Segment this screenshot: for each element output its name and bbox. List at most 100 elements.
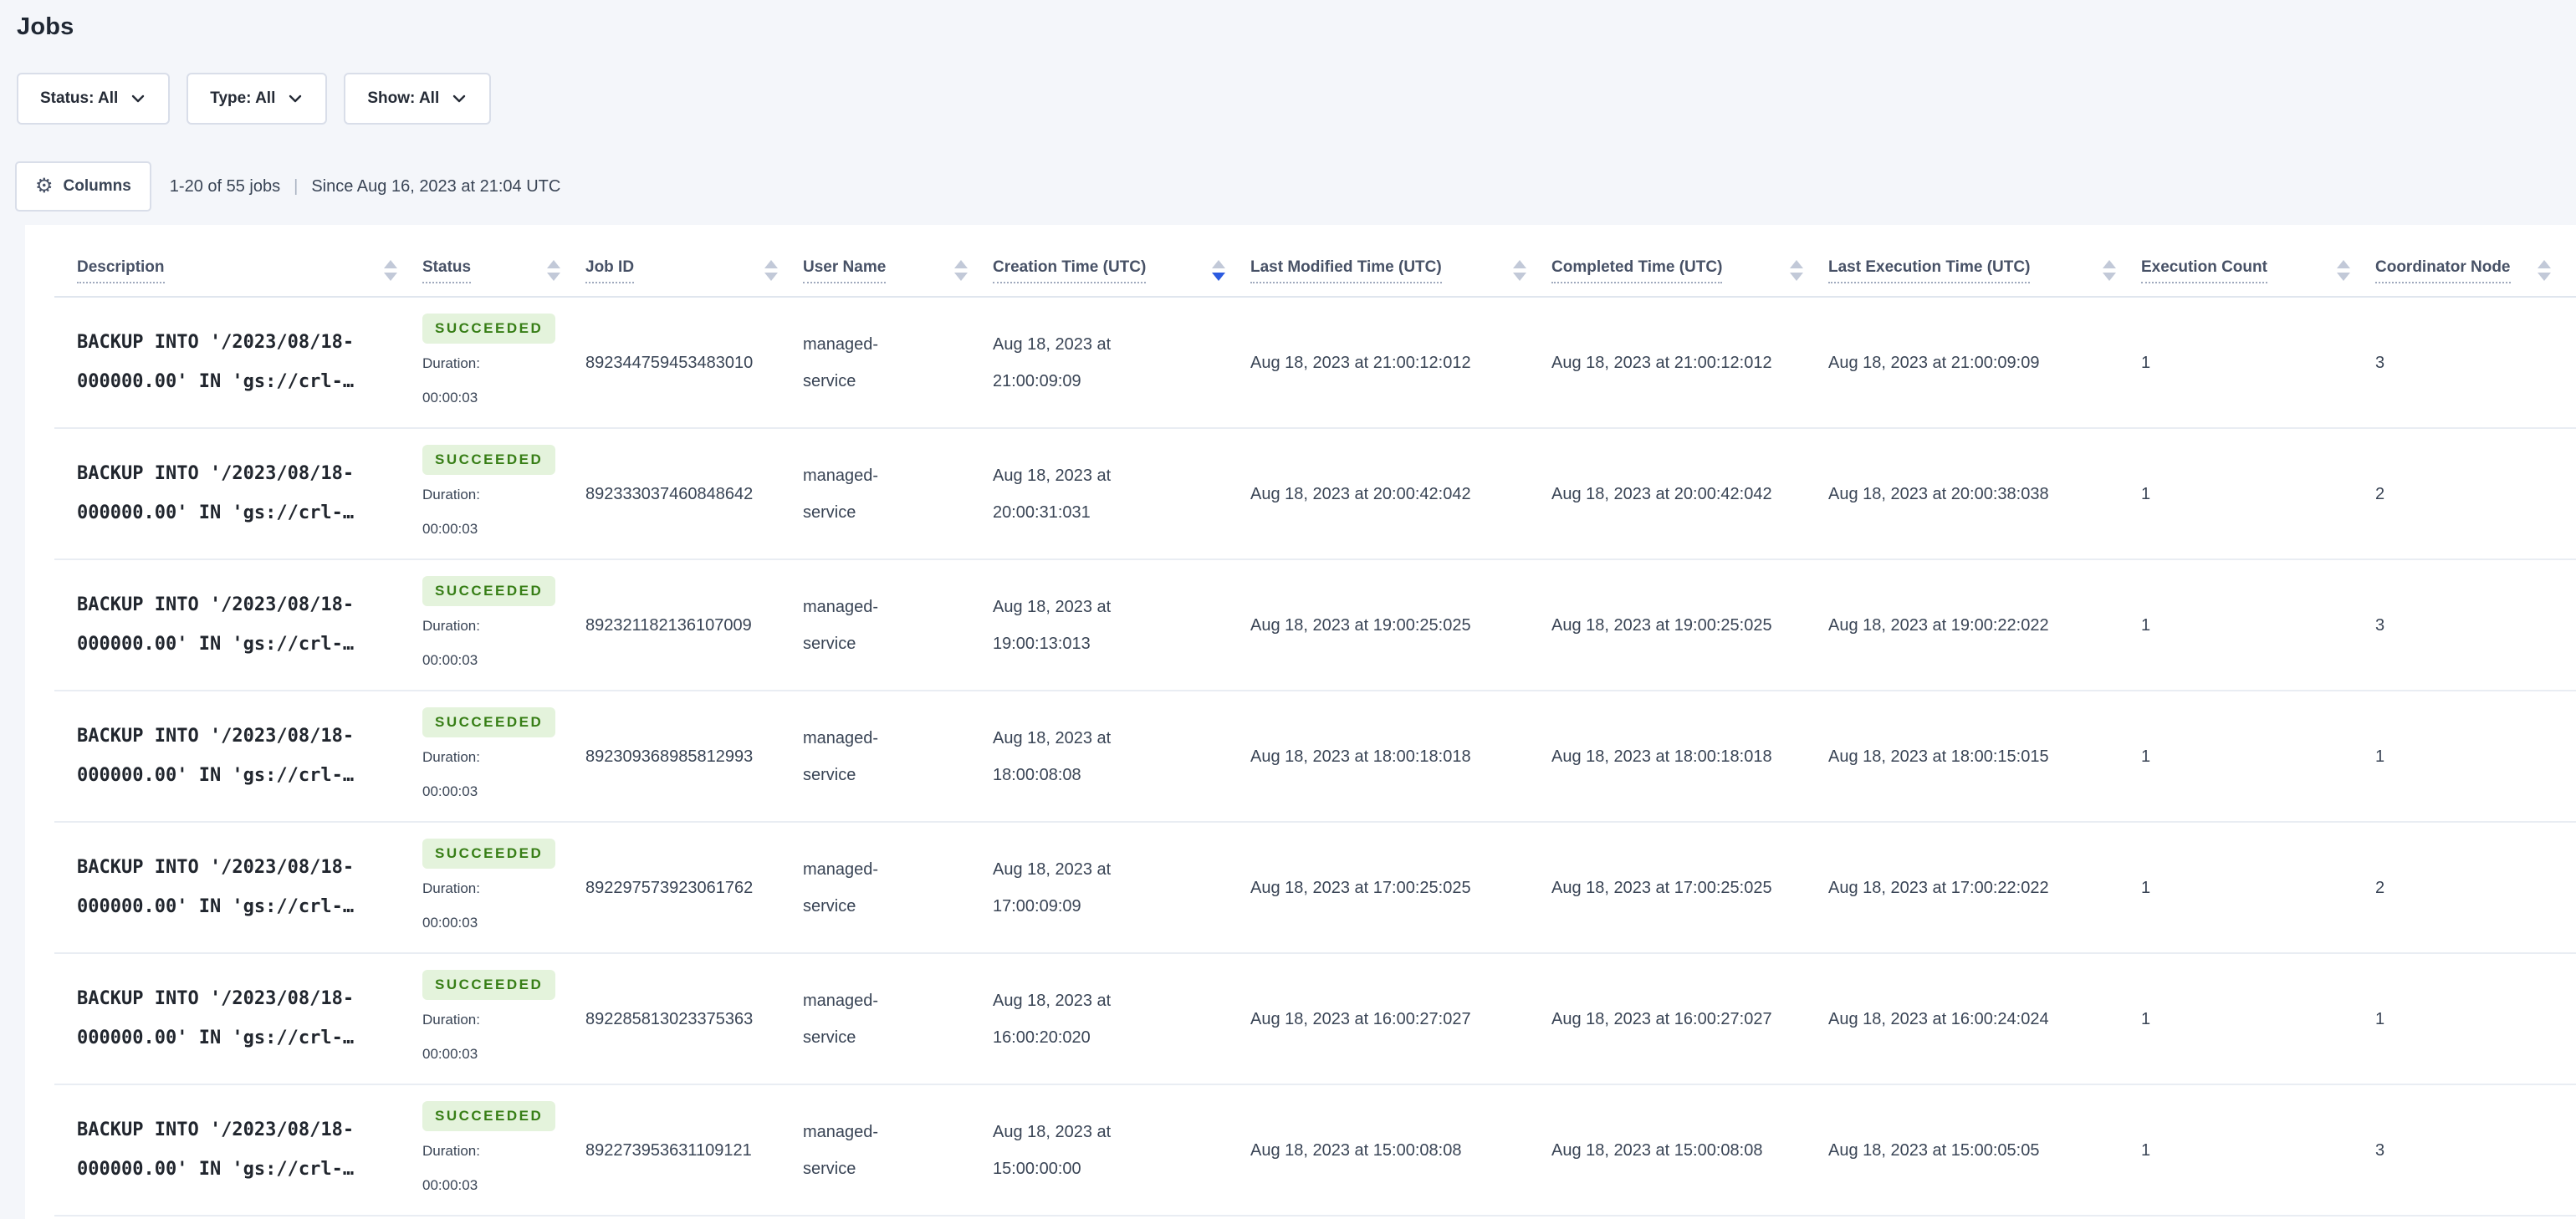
show-filter-dropdown[interactable]: Show: All — [344, 73, 492, 125]
table-row[interactable]: BACKUP INTO '/2023/08/18-000000.00' IN '… — [54, 560, 2576, 691]
job-status-cell: SUCCEEDED Duration: 00:00:03 — [422, 309, 585, 416]
execution-count-cell: 1 — [2141, 353, 2151, 372]
column-header[interactable]: Last Execution Time (UTC) — [1828, 245, 2141, 296]
column-header-label: Completed Time (UTC) — [1551, 258, 1723, 283]
completed-time-cell: Aug 18, 2023 at 16:00:27:027 — [1551, 1009, 1772, 1028]
last-execution-time-cell: Aug 18, 2023 at 18:00:15:015 — [1828, 747, 2049, 766]
sort-desc-icon[interactable] — [547, 273, 560, 281]
column-header[interactable]: Completed Time (UTC) — [1551, 245, 1828, 296]
toolbar-separator: | — [294, 176, 299, 196]
sort-icons[interactable] — [764, 260, 778, 281]
gear-icon: ⚙ — [35, 175, 54, 197]
completed-time-cell: Aug 18, 2023 at 18:00:18:018 — [1551, 747, 1772, 766]
columns-button[interactable]: ⚙ Columns — [15, 161, 151, 212]
coordinator-node-cell: 2 — [2375, 878, 2385, 897]
job-description-cell: BACKUP INTO '/2023/08/18-000000.00' IN '… — [77, 857, 355, 917]
last-execution-time-cell: Aug 18, 2023 at 19:00:22:022 — [1828, 615, 2049, 635]
column-header[interactable]: Description — [54, 245, 422, 296]
duration-value: 00:00:03 — [422, 1177, 478, 1194]
column-header[interactable]: Coordinator Node — [2375, 245, 2576, 296]
job-status-cell: SUCCEEDED Duration: 00:00:03 — [422, 703, 585, 809]
since-text: Since Aug 16, 2023 at 21:04 UTC — [311, 176, 561, 196]
table-row[interactable]: BACKUP INTO '/2023/08/18-000000.00' IN '… — [54, 954, 2576, 1085]
completed-time-cell: Aug 18, 2023 at 15:00:08:08 — [1551, 1140, 1763, 1160]
sort-icons[interactable] — [2337, 260, 2350, 281]
sort-asc-icon[interactable] — [384, 260, 397, 268]
sort-asc-icon[interactable] — [1790, 260, 1803, 268]
sort-icons[interactable] — [2538, 260, 2551, 281]
sort-asc-icon[interactable] — [1513, 260, 1526, 268]
last-execution-time-cell: Aug 18, 2023 at 16:00:24:024 — [1828, 1009, 2049, 1028]
status-badge: SUCCEEDED — [422, 314, 556, 344]
table-body: BACKUP INTO '/2023/08/18-000000.00' IN '… — [54, 298, 2576, 1216]
sort-asc-icon[interactable] — [2337, 260, 2350, 268]
coordinator-node-cell: 1 — [2375, 1009, 2385, 1028]
sort-icons[interactable] — [547, 260, 560, 281]
table-row[interactable]: BACKUP INTO '/2023/08/18-000000.00' IN '… — [54, 823, 2576, 954]
column-header-label: Status — [422, 258, 472, 283]
creation-time-cell: Aug 18, 2023 at 16:00:20:020 — [993, 991, 1112, 1047]
sort-desc-icon[interactable] — [764, 273, 778, 281]
job-description-cell: BACKUP INTO '/2023/08/18-000000.00' IN '… — [77, 1120, 355, 1180]
sort-asc-icon[interactable] — [2538, 260, 2551, 268]
table-row[interactable]: BACKUP INTO '/2023/08/18-000000.00' IN '… — [54, 691, 2576, 823]
table-row[interactable]: BACKUP INTO '/2023/08/18-000000.00' IN '… — [54, 429, 2576, 560]
last-modified-time-cell: Aug 18, 2023 at 15:00:08:08 — [1250, 1140, 1462, 1160]
sort-icons[interactable] — [2103, 260, 2116, 281]
column-header[interactable]: User Name — [803, 245, 993, 296]
column-header[interactable]: Status — [422, 245, 585, 296]
creation-time-cell: Aug 18, 2023 at 21:00:09:09 — [993, 334, 1112, 390]
execution-count-cell: 1 — [2141, 484, 2151, 503]
sort-desc-icon[interactable] — [384, 273, 397, 281]
sort-desc-icon[interactable] — [1513, 273, 1526, 281]
last-modified-time-cell: Aug 18, 2023 at 20:00:42:042 — [1250, 484, 1471, 503]
table-toolbar: ⚙ Columns 1-20 of 55 jobs | Since Aug 16… — [15, 161, 2576, 212]
table-row[interactable]: BACKUP INTO '/2023/08/18-000000.00' IN '… — [54, 1085, 2576, 1216]
execution-count-cell: 1 — [2141, 1140, 2151, 1160]
sort-icons[interactable] — [954, 260, 968, 281]
sort-asc-icon[interactable] — [764, 260, 778, 268]
sort-icons[interactable] — [1212, 260, 1225, 281]
duration-label: Duration: — [422, 1012, 480, 1028]
status-filter-dropdown[interactable]: Status: All — [17, 73, 171, 125]
sort-desc-icon[interactable] — [2538, 273, 2551, 281]
sort-asc-icon[interactable] — [2103, 260, 2116, 268]
creation-time-cell: Aug 18, 2023 at 17:00:09:09 — [993, 859, 1112, 916]
status-filter-label: Status: All — [40, 89, 119, 107]
duration-label: Duration: — [422, 880, 480, 897]
column-header-label: User Name — [803, 258, 887, 283]
creation-time-cell: Aug 18, 2023 at 20:00:31:031 — [993, 466, 1112, 522]
sort-asc-icon[interactable] — [547, 260, 560, 268]
job-id-cell: 892344759453483010 — [585, 353, 754, 372]
column-header-label: Last Modified Time (UTC) — [1250, 258, 1442, 283]
sort-desc-icon[interactable] — [2337, 273, 2350, 281]
type-filter-dropdown[interactable]: Type: All — [187, 73, 328, 125]
sort-asc-icon[interactable] — [1212, 260, 1225, 268]
type-filter-label: Type: All — [210, 89, 276, 107]
job-description-cell: BACKUP INTO '/2023/08/18-000000.00' IN '… — [77, 726, 355, 786]
sort-desc-icon[interactable] — [954, 273, 968, 281]
job-status-cell: SUCCEEDED Duration: 00:00:03 — [422, 572, 585, 678]
user-name-cell: managed-service — [803, 728, 879, 784]
user-name-cell: managed-service — [803, 597, 879, 653]
creation-time-cell: Aug 18, 2023 at 19:00:13:013 — [993, 597, 1112, 653]
column-header-label: Last Execution Time (UTC) — [1828, 258, 2031, 283]
duration-label: Duration: — [422, 487, 480, 503]
column-header[interactable]: Job ID — [585, 245, 803, 296]
sort-icons[interactable] — [1790, 260, 1803, 281]
column-header[interactable]: Execution Count — [2141, 245, 2375, 296]
sort-icons[interactable] — [384, 260, 397, 281]
sort-asc-icon[interactable] — [954, 260, 968, 268]
column-header[interactable]: Last Modified Time (UTC) — [1250, 245, 1551, 296]
jobs-page: Jobs Status: All Type: All Show: All ⚙ C… — [0, 0, 2576, 1219]
column-header[interactable]: Creation Time (UTC) — [993, 245, 1250, 296]
job-description-cell: BACKUP INTO '/2023/08/18-000000.00' IN '… — [77, 463, 355, 523]
table-row[interactable]: BACKUP INTO '/2023/08/18-000000.00' IN '… — [54, 298, 2576, 429]
column-header-label: Execution Count — [2141, 258, 2267, 283]
last-modified-time-cell: Aug 18, 2023 at 21:00:12:012 — [1250, 353, 1471, 372]
job-status-cell: SUCCEEDED Duration: 00:00:03 — [422, 1097, 585, 1203]
sort-desc-icon[interactable] — [1212, 273, 1225, 281]
sort-desc-icon[interactable] — [2103, 273, 2116, 281]
sort-desc-icon[interactable] — [1790, 273, 1803, 281]
sort-icons[interactable] — [1513, 260, 1526, 281]
